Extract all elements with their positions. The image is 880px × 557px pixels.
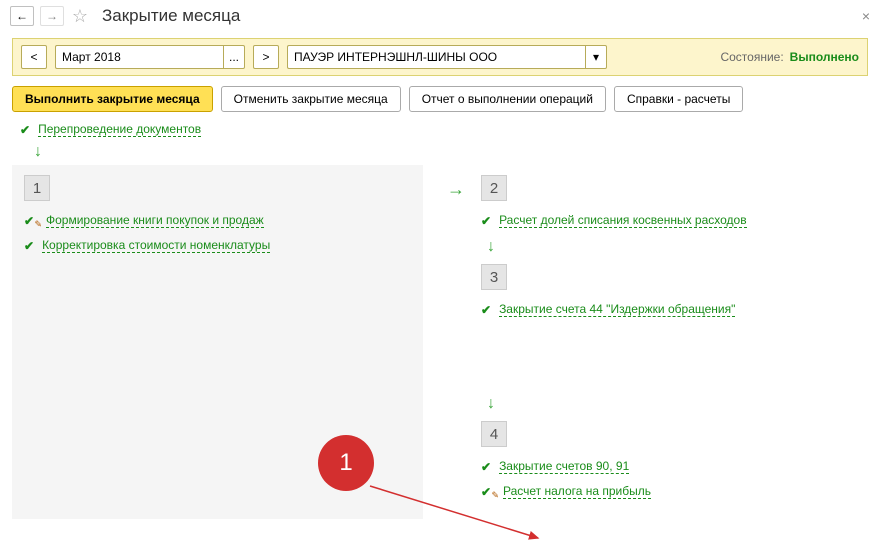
state-value: Выполнено: [790, 50, 859, 64]
arrow-down-icon: ↓: [487, 238, 868, 256]
check-icon: ✔: [24, 239, 34, 253]
check-icon: ✔: [481, 214, 491, 228]
check-icon: ✔: [481, 460, 491, 474]
close-account-44-link[interactable]: Закрытие счета 44 "Издержки обращения": [499, 302, 735, 317]
indirect-cost-shares-link[interactable]: Расчет долей списания косвенных расходов: [499, 213, 747, 228]
nav-back-button[interactable]: ←: [10, 6, 34, 26]
stage-number-3: 3: [481, 264, 507, 290]
period-org-toolbar: < ... > ▾ Состояние: Выполнено: [12, 38, 868, 76]
period-prev-button[interactable]: <: [21, 45, 47, 69]
check-pencil-icon: ✔✎: [24, 214, 38, 228]
right-stages-panel: → 2 ✔ Расчет долей списания косвенных ра…: [435, 165, 868, 519]
state-label: Состояние:: [720, 50, 783, 64]
arrow-down-icon: ↓: [487, 395, 868, 413]
form-purchase-sales-book-link[interactable]: Формирование книги покупок и продаж: [46, 213, 264, 228]
check-icon: ✔: [481, 303, 491, 317]
close-button[interactable]: ×: [862, 8, 870, 24]
period-next-button[interactable]: >: [253, 45, 279, 69]
nav-forward-button[interactable]: →: [40, 6, 64, 26]
arrow-right-icon: →: [447, 179, 465, 200]
page-title: Закрытие месяца: [102, 6, 240, 26]
cancel-close-month-button[interactable]: Отменить закрытие месяца: [221, 86, 401, 112]
references-calcs-button[interactable]: Справки - расчеты: [614, 86, 743, 112]
close-accounts-90-91-link[interactable]: Закрытие счетов 90, 91: [499, 459, 629, 474]
arrow-down-icon: ↓: [34, 143, 880, 161]
stage-number-4: 4: [481, 421, 507, 447]
operations-report-button[interactable]: Отчет о выполнении операций: [409, 86, 606, 112]
period-input[interactable]: [55, 45, 223, 69]
annotation-callout-1: 1: [318, 435, 374, 491]
cost-correction-link[interactable]: Корректировка стоимости номенклатуры: [42, 238, 270, 253]
stage-number-2: 2: [481, 175, 507, 201]
execute-close-month-button[interactable]: Выполнить закрытие месяца: [12, 86, 213, 112]
organization-input[interactable]: [287, 45, 585, 69]
favorite-star-icon[interactable]: ☆: [70, 6, 90, 26]
stage-number-1: 1: [24, 175, 50, 201]
repost-documents-link[interactable]: Перепроведение документов: [38, 122, 201, 137]
period-picker-button[interactable]: ...: [223, 45, 245, 69]
check-pencil-icon: ✔✎: [481, 485, 495, 499]
profit-tax-calc-link[interactable]: Расчет налога на прибыль: [503, 484, 651, 499]
check-icon: ✔: [20, 123, 30, 137]
organization-dropdown-button[interactable]: ▾: [585, 45, 607, 69]
